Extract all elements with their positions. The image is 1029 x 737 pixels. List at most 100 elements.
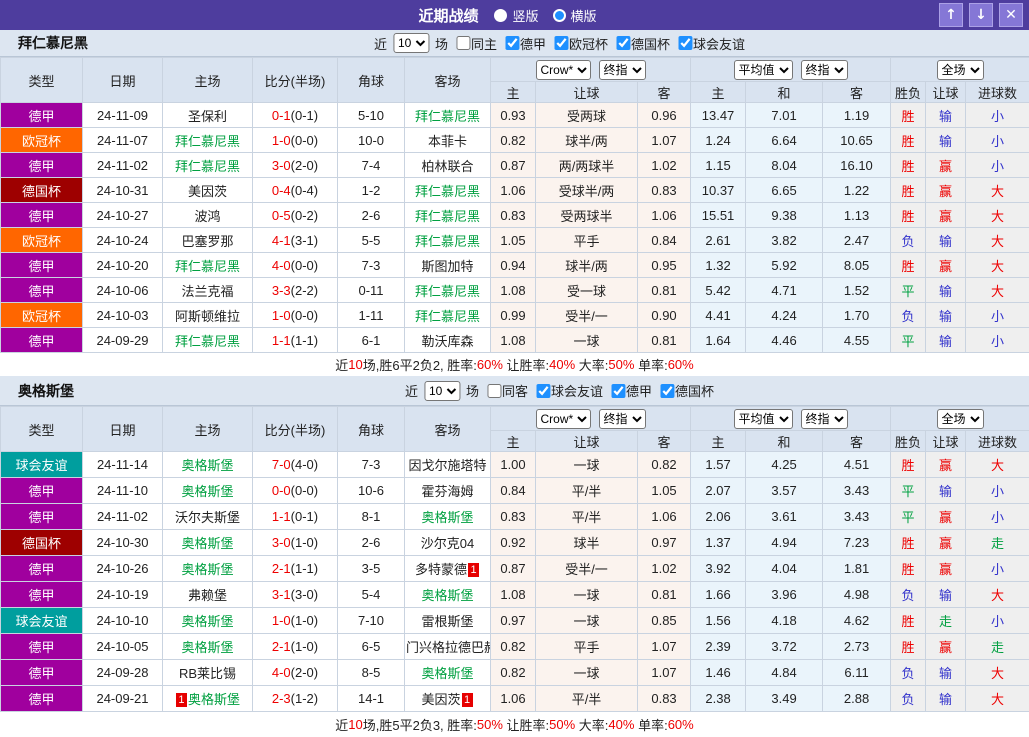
league-filter-0-checkbox[interactable] bbox=[536, 384, 550, 398]
average-time-select[interactable]: 终指 bbox=[801, 60, 848, 80]
away-team: 拜仁慕尼黑 bbox=[405, 303, 491, 328]
match-count-select[interactable]: 10 bbox=[393, 33, 429, 53]
handicap-line: 球半/两 bbox=[536, 128, 638, 153]
league-filter-1-checkbox[interactable] bbox=[611, 384, 625, 398]
odds-time-select[interactable]: 终指 bbox=[599, 60, 646, 80]
result-handicap: 赢 bbox=[926, 556, 966, 582]
avg-draw: 5.92 bbox=[746, 253, 823, 278]
avg-away: 3.43 bbox=[823, 504, 891, 530]
scope-group-header: 全场 bbox=[891, 58, 1029, 82]
result-win-loss: 负 bbox=[891, 303, 926, 328]
handicap-line: 受一球 bbox=[536, 278, 638, 303]
close-button[interactable]: ✕ bbox=[999, 3, 1023, 27]
match-row: 德国杯24-10-31美因茨0-4(0-4)1-2拜仁慕尼黑1.06受球半/两0… bbox=[1, 178, 1029, 203]
league-filter-3[interactable]: 球会友谊 bbox=[678, 34, 745, 53]
result-goals: 大 bbox=[966, 228, 1029, 253]
result-win-loss: 平 bbox=[891, 328, 926, 353]
league-filter-1[interactable]: 德甲 bbox=[611, 381, 652, 400]
scope-select[interactable]: 全场 bbox=[937, 60, 984, 80]
average-time-select[interactable]: 终指 bbox=[801, 409, 848, 429]
result-win-loss: 胜 bbox=[891, 153, 926, 178]
avg-away: 4.62 bbox=[823, 608, 891, 634]
scope-select[interactable]: 全场 bbox=[937, 409, 984, 429]
league-badge: 德甲 bbox=[1, 328, 83, 353]
result-handicap: 赢 bbox=[926, 153, 966, 178]
league-filter-1-checkbox[interactable] bbox=[554, 36, 568, 50]
result-win-loss: 胜 bbox=[891, 203, 926, 228]
league-filter-2[interactable]: 德国杯 bbox=[660, 381, 714, 400]
same-side-filter[interactable]: 同主 bbox=[456, 34, 497, 53]
average-select[interactable]: 平均值 bbox=[734, 409, 793, 429]
league-filter-0[interactable]: 球会友谊 bbox=[536, 381, 603, 400]
team-name-text: 拜仁慕尼黑 bbox=[415, 309, 480, 324]
odds-away: 0.81 bbox=[638, 278, 691, 303]
same-side-filter-checkbox[interactable] bbox=[487, 384, 501, 398]
corners: 1-11 bbox=[338, 303, 405, 328]
league-filter-0-checkbox[interactable] bbox=[505, 36, 519, 50]
vertical-radio-input[interactable] bbox=[494, 9, 507, 22]
avg-draw: 4.25 bbox=[746, 452, 823, 478]
league-badge: 德甲 bbox=[1, 253, 83, 278]
home-team: 拜仁慕尼黑 bbox=[163, 128, 253, 153]
team-name-text: 雷根斯堡 bbox=[421, 614, 473, 629]
team-name-text: 波鸿 bbox=[194, 209, 220, 224]
result-goals: 大 bbox=[966, 582, 1029, 608]
league-filter-2[interactable]: 德国杯 bbox=[616, 34, 670, 53]
horizontal-radio-input[interactable] bbox=[553, 9, 566, 22]
league-filter-2-checkbox[interactable] bbox=[660, 384, 674, 398]
summary-value: 50% bbox=[608, 357, 634, 372]
league-badge: 德甲 bbox=[1, 203, 83, 228]
handicap-line: 平/半 bbox=[536, 478, 638, 504]
team-name-text: 奥格斯堡 bbox=[181, 614, 233, 629]
odds-home: 0.93 bbox=[491, 103, 536, 128]
match-date: 24-10-31 bbox=[83, 178, 163, 203]
move-up-button[interactable]: ↑ bbox=[939, 3, 963, 27]
odds-time-select[interactable]: 终指 bbox=[599, 409, 646, 429]
summary-value: 10 bbox=[348, 717, 362, 732]
score: 0-1(0-1) bbox=[253, 103, 338, 128]
odds-home: 0.92 bbox=[491, 530, 536, 556]
odds-company-select[interactable]: Crow* bbox=[536, 60, 591, 80]
handicap-line: 受半/一 bbox=[536, 556, 638, 582]
score: 2-1(1-1) bbox=[253, 556, 338, 582]
score: 0-4(0-4) bbox=[253, 178, 338, 203]
league-badge: 德甲 bbox=[1, 660, 83, 686]
odds-home: 0.83 bbox=[491, 504, 536, 530]
odds-home: 1.08 bbox=[491, 328, 536, 353]
league-filter-0[interactable]: 德甲 bbox=[505, 34, 546, 53]
result-goals: 大 bbox=[966, 253, 1029, 278]
sub-header-avg-home: 主 bbox=[691, 82, 746, 103]
league-badge: 德甲 bbox=[1, 582, 83, 608]
team-name-text: 法兰克福 bbox=[181, 284, 233, 299]
col-header-score: 比分(半场) bbox=[253, 58, 338, 103]
team-name-text: 拜仁慕尼黑 bbox=[175, 159, 240, 174]
layout-radio-vertical[interactable]: 竖版 bbox=[494, 6, 538, 25]
avg-away: 4.51 bbox=[823, 452, 891, 478]
score: 3-0(1-0) bbox=[253, 530, 338, 556]
handicap-line: 球半/两 bbox=[536, 253, 638, 278]
move-down-button[interactable]: ↓ bbox=[969, 3, 993, 27]
corners: 8-1 bbox=[338, 504, 405, 530]
league-filter-1[interactable]: 欧冠杯 bbox=[554, 34, 608, 53]
summary-value: 60% bbox=[668, 357, 694, 372]
sub-header-goals: 进球数 bbox=[966, 431, 1029, 452]
summary-label: 场,胜5平2负3, 胜率: bbox=[363, 715, 477, 734]
same-side-filter-checkbox[interactable] bbox=[456, 36, 470, 50]
odds-home: 1.08 bbox=[491, 278, 536, 303]
summary-label: 近 bbox=[335, 715, 348, 734]
result-handicap: 输 bbox=[926, 582, 966, 608]
odds-home: 0.97 bbox=[491, 608, 536, 634]
layout-radio-horizontal[interactable]: 横版 bbox=[553, 6, 597, 25]
match-count-select[interactable]: 10 bbox=[424, 381, 460, 401]
away-team: 因戈尔施塔特 bbox=[405, 452, 491, 478]
odds-company-select[interactable]: Crow* bbox=[536, 409, 591, 429]
avg-away: 10.65 bbox=[823, 128, 891, 153]
home-team: 阿斯顿维拉 bbox=[163, 303, 253, 328]
avg-away: 1.22 bbox=[823, 178, 891, 203]
same-side-filter[interactable]: 同客 bbox=[487, 381, 528, 400]
sub-header-handicap-res: 让球 bbox=[926, 82, 966, 103]
league-filter-2-checkbox[interactable] bbox=[616, 36, 630, 50]
average-select[interactable]: 平均值 bbox=[734, 60, 793, 80]
handicap-line: 球半 bbox=[536, 530, 638, 556]
league-filter-3-checkbox[interactable] bbox=[678, 36, 692, 50]
